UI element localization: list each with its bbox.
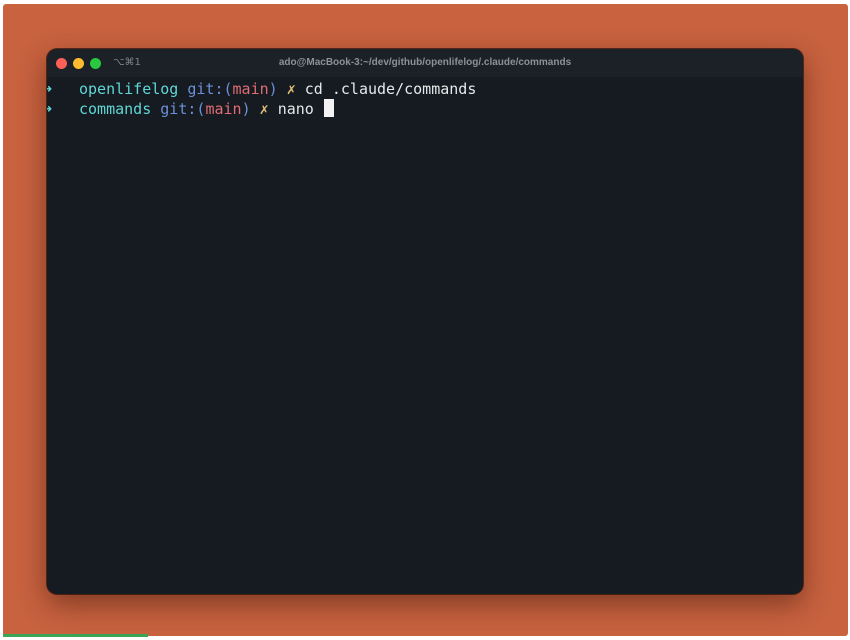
prompt-arrow-icon: ➜ xyxy=(47,100,53,118)
green-progress-strip xyxy=(3,634,148,637)
terminal-line: ➜ openlifelog git:(main) ✗ cd .claude/co… xyxy=(47,79,476,99)
git-branch: main xyxy=(232,80,269,98)
command-text: cd .claude/commands xyxy=(304,80,477,98)
terminal-line: ➜ commands git:(main) ✗ nano xyxy=(47,99,334,119)
git-label-close: ) xyxy=(241,100,251,118)
dirty-status-icon: ✗ xyxy=(286,80,296,98)
text-cursor xyxy=(323,99,334,117)
git-label-close: ) xyxy=(268,80,278,98)
terminal-output[interactable]: ➜ openlifelog git:(main) ✗ cd .claude/co… xyxy=(47,79,803,594)
current-directory: commands xyxy=(79,100,152,118)
prompt-arrow-icon: ➜ xyxy=(47,80,53,98)
window-titlebar[interactable]: ⌥⌘1 ado@MacBook-3:~/dev/github/openlifel… xyxy=(47,49,803,77)
git-branch: main xyxy=(205,100,242,118)
current-directory: openlifelog xyxy=(79,80,179,98)
terminal-window: ⌥⌘1 ado@MacBook-3:~/dev/github/openlifel… xyxy=(47,49,803,594)
git-label-open: git:( xyxy=(187,80,233,98)
window-title: ado@MacBook-3:~/dev/github/openlifelog/.… xyxy=(278,57,572,68)
git-label-open: git:( xyxy=(160,100,206,118)
command-input-text[interactable]: nano xyxy=(278,100,314,118)
dirty-status-icon: ✗ xyxy=(259,100,269,118)
